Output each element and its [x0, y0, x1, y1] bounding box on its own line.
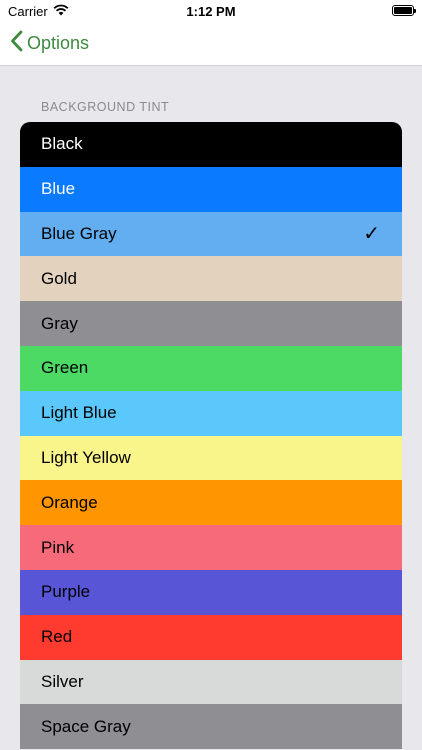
back-button-label: Options	[27, 33, 90, 53]
tint-option-label: Silver	[41, 671, 84, 691]
tint-option-row[interactable]: Pink	[20, 525, 402, 570]
chevron-left-icon	[10, 30, 23, 57]
tint-option-label: Light Yellow	[41, 447, 131, 467]
tint-option-row[interactable]: Gray	[20, 301, 402, 346]
tint-option-row[interactable]: Silver	[20, 659, 402, 705]
tint-option-label: Orange	[41, 492, 98, 512]
section-header: BACKGROUND TINT	[41, 100, 170, 114]
tint-option-row[interactable]: Gold	[20, 256, 402, 302]
tint-option-row[interactable]: Space Gray	[20, 704, 402, 750]
tint-option-row[interactable]: Purple	[20, 569, 402, 615]
tint-option-label: Light Blue	[41, 403, 117, 423]
navigation-bar: Options	[0, 22, 422, 66]
tint-option-row[interactable]: Orange	[20, 480, 402, 526]
tint-option-label: Blue Gray	[41, 223, 117, 243]
tint-option-row[interactable]: Black	[20, 122, 402, 167]
tint-option-list: Black Blue Blue Gray ✓ Gold Gray Green Light Bl…	[20, 122, 402, 750]
tint-option-row[interactable]: Blue Gray ✓	[20, 211, 402, 257]
back-button[interactable]: Options	[10, 30, 89, 57]
tint-option-label: Black	[41, 134, 83, 154]
status-bar: Carrier 1:12 PM	[0, 0, 422, 22]
tint-option-label: Space Gray	[41, 716, 131, 736]
battery-icon	[392, 5, 416, 16]
tint-option-label: Gold	[41, 268, 77, 288]
tint-option-label: Red	[41, 627, 73, 647]
tint-option-row[interactable]: Light Blue	[20, 390, 402, 436]
tint-option-label: Purple	[41, 582, 91, 602]
checkmark-icon: ✓	[363, 223, 380, 246]
tint-option-row[interactable]: Light Yellow	[20, 435, 402, 481]
status-time: 1:12 PM	[186, 4, 236, 19]
tint-option-row[interactable]: Red	[20, 614, 402, 660]
tint-option-label: Pink	[41, 537, 75, 557]
tint-option-label: Green	[41, 358, 89, 378]
tint-option-label: Gray	[41, 313, 78, 333]
tint-option-label: Blue	[41, 179, 76, 199]
tint-option-row[interactable]: Green	[20, 345, 402, 391]
tint-option-row[interactable]: Blue	[20, 166, 402, 212]
